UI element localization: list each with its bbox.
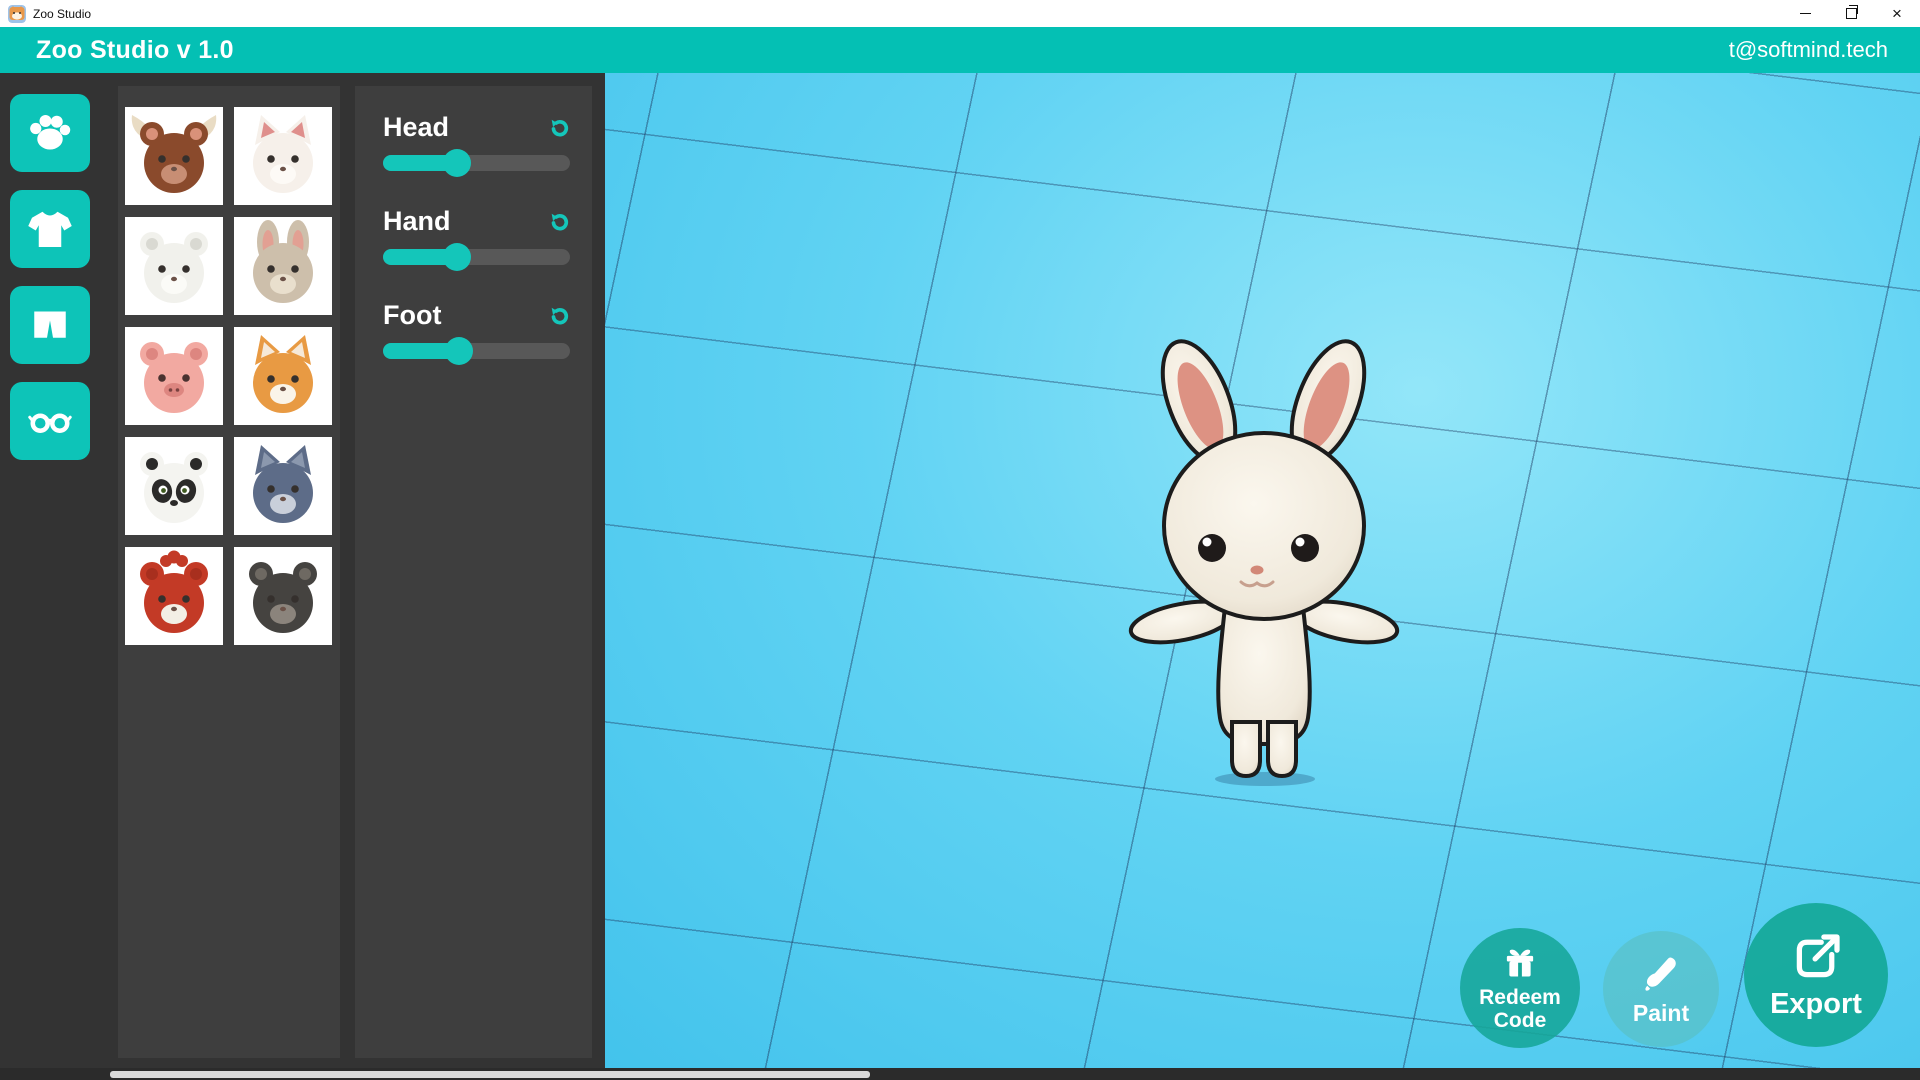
reset-icon[interactable] (548, 305, 570, 327)
app-header: Zoo Studio v 1.0 t@softmind.tech (0, 27, 1920, 73)
panda-portrait (125, 437, 223, 535)
close-icon: × (1892, 5, 1902, 22)
redeem-code-label: Redeem Code (1477, 987, 1563, 1032)
animal-thumbnail-rabbit[interactable] (234, 217, 332, 315)
slider-row-hand: Hand (355, 206, 592, 265)
sidebar-item-pants[interactable] (10, 286, 90, 364)
animal-thumbnail-rooster[interactable] (125, 547, 223, 645)
slider-handle-foot[interactable] (445, 337, 473, 365)
restore-icon (1846, 8, 1857, 19)
viewport-3d[interactable]: Redeem Code Paint Export (605, 73, 1920, 1068)
paint-button[interactable]: Paint (1603, 931, 1719, 1047)
reset-icon[interactable] (548, 117, 570, 139)
gorilla-portrait (234, 547, 332, 645)
slider-row-head: Head (355, 112, 592, 171)
animal-thumbnail-wolf[interactable] (234, 437, 332, 535)
sidebar-item-animals[interactable] (10, 94, 90, 172)
character-shadow (1215, 772, 1315, 786)
restore-button[interactable] (1828, 0, 1874, 27)
os-titlebar: Zoo Studio × (0, 0, 1920, 27)
glasses-icon (26, 397, 74, 445)
animal-thumbnail-shiba[interactable] (234, 327, 332, 425)
slider-handle-hand[interactable] (443, 243, 471, 271)
close-button[interactable]: × (1874, 0, 1920, 27)
minimize-button[interactable] (1782, 0, 1828, 27)
slider-track-foot[interactable] (383, 343, 570, 359)
slider-row-foot: Foot (355, 300, 592, 359)
export-button[interactable]: Export (1744, 903, 1888, 1047)
redeem-code-button[interactable]: Redeem Code (1460, 928, 1580, 1048)
gift-icon (1500, 944, 1540, 984)
sidebar-item-shirts[interactable] (10, 190, 90, 268)
slider-label-foot: Foot (383, 300, 441, 331)
cat-portrait (234, 107, 332, 205)
animal-thumbnail-panda[interactable] (125, 437, 223, 535)
sidebar-item-glasses[interactable] (10, 382, 90, 460)
export-label: Export (1770, 988, 1862, 1021)
character-rabbit (1120, 330, 1420, 790)
body-sliders-panel: Head Hand Foot (355, 86, 592, 1058)
animal-gallery-grid (118, 86, 340, 645)
wolf-portrait (234, 437, 332, 535)
slider-handle-head[interactable] (443, 149, 471, 177)
slider-track-hand[interactable] (383, 249, 570, 265)
reset-icon[interactable] (548, 211, 570, 233)
shorts-icon (26, 301, 74, 349)
app-icon (8, 5, 26, 23)
slider-header: Hand (383, 206, 570, 237)
paintbrush-icon (1639, 952, 1683, 996)
pig-portrait (125, 327, 223, 425)
horizontal-scrollbar-thumb[interactable] (110, 1071, 870, 1078)
window-title: Zoo Studio (33, 7, 1782, 21)
minimize-icon (1800, 13, 1811, 14)
shirt-icon (26, 205, 74, 253)
slider-label-hand: Hand (383, 206, 451, 237)
slider-label-head: Head (383, 112, 449, 143)
paw-icon (26, 109, 74, 157)
bull-portrait (125, 107, 223, 205)
bottom-scrollbar-track (0, 1068, 1920, 1080)
shiba-portrait (234, 327, 332, 425)
animal-thumbnail-pig[interactable] (125, 327, 223, 425)
slider-header: Head (383, 112, 570, 143)
animal-thumbnail-bull[interactable] (125, 107, 223, 205)
animal-thumbnail-gorilla[interactable] (234, 547, 332, 645)
animal-gallery-panel (118, 86, 340, 1058)
animal-thumbnail-cat[interactable] (234, 107, 332, 205)
rooster-portrait (125, 547, 223, 645)
polar-bear-portrait (125, 217, 223, 315)
animal-thumbnail-polar-bear[interactable] (125, 217, 223, 315)
rabbit-portrait (234, 217, 332, 315)
account-email: t@softmind.tech (1729, 37, 1888, 63)
slider-header: Foot (383, 300, 570, 331)
app-title: Zoo Studio v 1.0 (36, 36, 234, 65)
export-icon (1788, 930, 1844, 986)
slider-track-head[interactable] (383, 155, 570, 171)
paint-label: Paint (1633, 1000, 1689, 1027)
